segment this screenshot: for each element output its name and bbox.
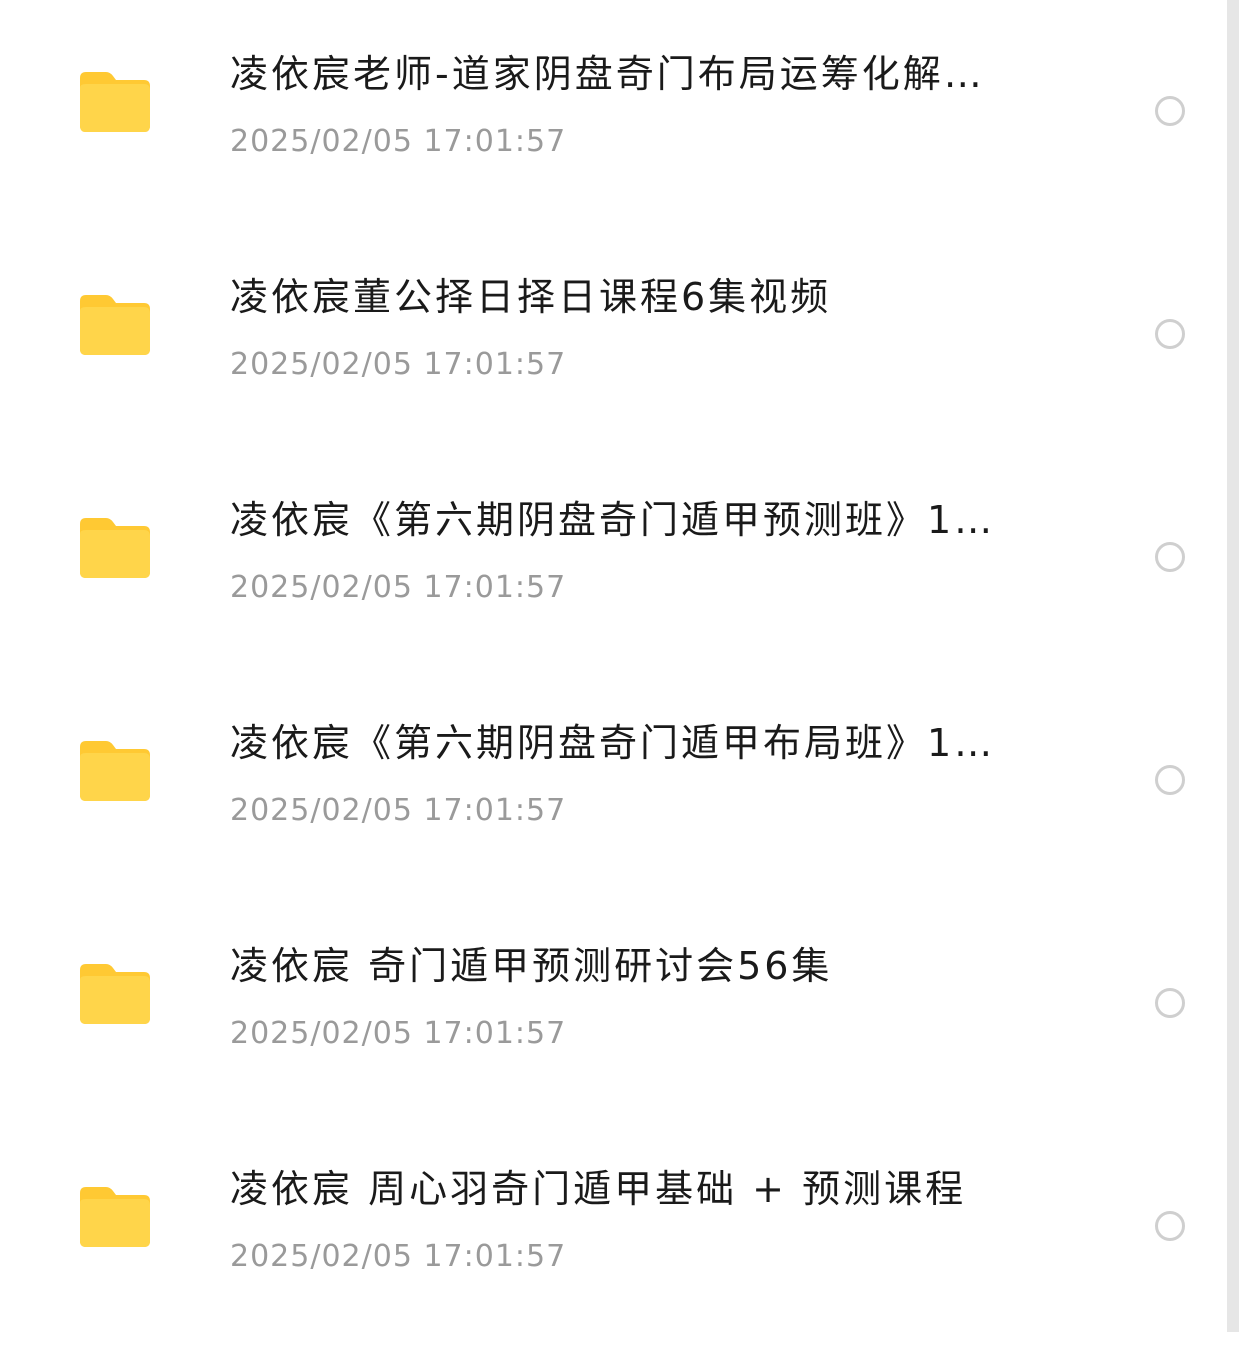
file-row[interactable]: 凌依宸《第六期阴盘奇门遁甲预测班》1… 2025/02/05 17:01:57 [0, 446, 1226, 669]
file-timestamp: 2025/02/05 17:01:57 [230, 570, 567, 605]
file-row[interactable]: 凌依宸 周心羽奇门遁甲基础 + 预测课程 2025/02/05 17:01:57 [0, 1115, 1226, 1338]
scrollbar[interactable] [1227, 0, 1239, 1332]
folder-icon [80, 964, 150, 1024]
folder-icon [80, 1187, 150, 1247]
file-row[interactable]: 凌依宸《第六期阴盘奇门遁甲布局班》1… 2025/02/05 17:01:57 [0, 669, 1226, 892]
select-radio[interactable] [1155, 542, 1185, 572]
file-name: 凌依宸老师-道家阴盘奇门布局运筹化解… [230, 52, 985, 96]
select-radio[interactable] [1155, 96, 1185, 126]
file-name: 凌依宸董公择日择日课程6集视频 [230, 275, 832, 319]
file-name: 凌依宸 奇门遁甲预测研讨会56集 [230, 944, 833, 988]
folder-icon [80, 295, 150, 355]
folder-icon [80, 518, 150, 578]
file-timestamp: 2025/02/05 17:01:57 [230, 124, 567, 159]
file-timestamp: 2025/02/05 17:01:57 [230, 1016, 567, 1051]
file-timestamp: 2025/02/05 17:01:57 [230, 793, 567, 828]
select-radio[interactable] [1155, 765, 1185, 795]
file-row[interactable]: 凌依宸董公择日择日课程6集视频 2025/02/05 17:01:57 [0, 223, 1226, 446]
file-name: 凌依宸《第六期阴盘奇门遁甲预测班》1… [230, 498, 996, 542]
select-radio[interactable] [1155, 1211, 1185, 1241]
folder-icon [80, 72, 150, 132]
select-radio[interactable] [1155, 988, 1185, 1018]
file-row[interactable]: 凌依宸 奇门遁甲预测研讨会56集 2025/02/05 17:01:57 [0, 892, 1226, 1115]
file-name: 凌依宸 周心羽奇门遁甲基础 + 预测课程 [230, 1167, 967, 1211]
file-name: 凌依宸《第六期阴盘奇门遁甲布局班》1… [230, 721, 996, 765]
select-radio[interactable] [1155, 319, 1185, 349]
folder-icon [80, 741, 150, 801]
file-row[interactable]: 凌依宸老师-道家阴盘奇门布局运筹化解… 2025/02/05 17:01:57 [0, 0, 1226, 223]
file-timestamp: 2025/02/05 17:01:57 [230, 347, 567, 382]
file-list: 凌依宸老师-道家阴盘奇门布局运筹化解… 2025/02/05 17:01:57 … [0, 0, 1226, 1353]
file-timestamp: 2025/02/05 17:01:57 [230, 1239, 567, 1274]
